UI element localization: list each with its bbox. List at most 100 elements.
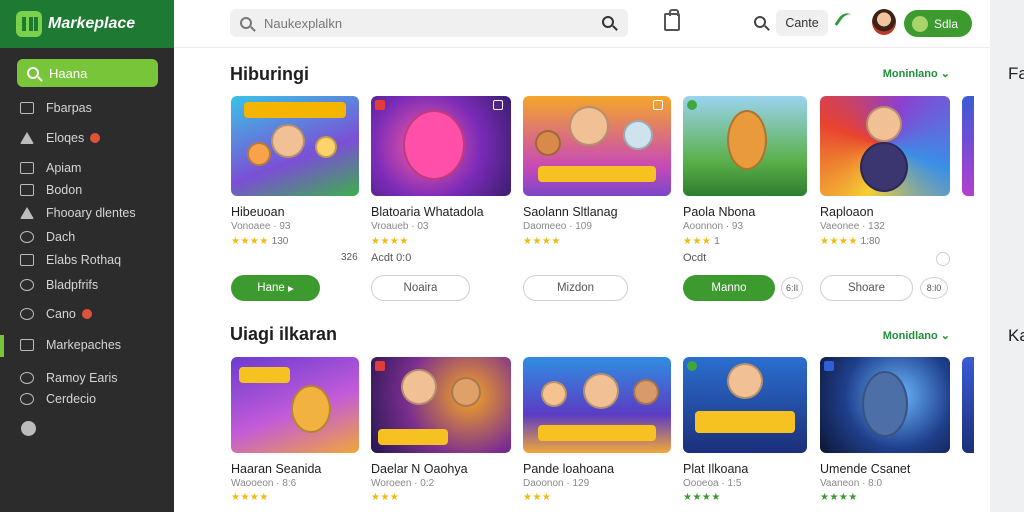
badge-icon xyxy=(824,361,834,371)
brand-header[interactable]: Markeplace xyxy=(0,0,174,48)
app-card[interactable]: Haaran Seanida Waooeon · 8:6 ★★★★ xyxy=(231,357,359,512)
install-button[interactable]: Hane ▸ xyxy=(231,275,320,301)
info-icon[interactable] xyxy=(21,421,36,436)
app-thumbnail[interactable] xyxy=(820,357,950,453)
search-icon[interactable] xyxy=(754,16,766,28)
app-card[interactable]: Hibeuoan Vonoaee · 93 ★★★★ 130 Hane ▸ xyxy=(231,96,359,306)
sidebar-item-5[interactable]: Dach xyxy=(0,225,174,249)
view-button[interactable]: Noaira xyxy=(371,275,470,301)
right-panel-bottom-text: Ka xyxy=(1008,326,1024,345)
info-icon[interactable] xyxy=(936,252,950,266)
user-avatar-icon xyxy=(912,15,928,32)
sidebar-item-2[interactable]: Apiam xyxy=(0,156,174,180)
app-subtitle: Woroeen · 0:2 xyxy=(371,478,435,489)
app-title[interactable]: Umende Csanet xyxy=(820,462,910,476)
app-thumbnail[interactable] xyxy=(523,357,671,453)
marketplace-logo-icon xyxy=(16,11,42,37)
app-card[interactable]: Plat Ilkoana Oooeoa · 1:5 ★★★★ xyxy=(683,357,807,512)
app-extra: Acdt 0:0 xyxy=(371,252,412,264)
sidebar-item-3[interactable]: Bodon xyxy=(0,178,174,202)
badge-icon xyxy=(493,100,503,110)
app-thumbnail[interactable] xyxy=(523,96,671,196)
partial-app-thumbnail[interactable] xyxy=(962,96,974,196)
search-submit-icon[interactable] xyxy=(602,16,614,28)
badge-icon xyxy=(687,361,697,371)
app-title[interactable]: Hibeuoan xyxy=(231,205,285,219)
app-subtitle: Oooeoa · 1:5 xyxy=(683,478,742,489)
bookmark-icon xyxy=(20,393,34,405)
view-button[interactable]: Shoare xyxy=(820,275,913,301)
star-rating: ★★★★ xyxy=(683,492,721,503)
app-thumbnail[interactable] xyxy=(231,96,359,196)
app-title[interactable]: Paola Nbona xyxy=(683,205,755,219)
more-options-button[interactable]: 6:Il xyxy=(781,277,803,299)
app-thumbnail[interactable] xyxy=(371,96,511,196)
sidebar: Markeplace Haana Fbarpas Eloqes Apiam Bo… xyxy=(0,0,174,512)
app-card[interactable]: Daelar N Oaohya Woroeen · 0:2 ★★★ xyxy=(371,357,511,512)
topbar: Naukexplalkn Cante Sdla xyxy=(174,0,990,48)
feather-icon[interactable] xyxy=(834,9,860,35)
app-thumbnail[interactable] xyxy=(683,357,807,453)
user-button[interactable]: Sdla xyxy=(904,10,972,37)
app-card[interactable]: Paola Nbona Aoonnon · 93 ★★★ 1 Ocdt Mann… xyxy=(683,96,807,306)
game-logo-banner xyxy=(238,367,290,383)
app-thumbnail[interactable] xyxy=(683,96,807,196)
sidebar-search-button[interactable]: Haana xyxy=(17,59,158,87)
sidebar-item-marketplace[interactable]: Markepaches xyxy=(0,333,174,357)
more-options-button[interactable]: 8:l0 xyxy=(920,277,948,299)
app-thumbnail[interactable] xyxy=(820,96,950,196)
app-title[interactable]: Raploaon xyxy=(820,205,874,219)
character-figure xyxy=(403,110,465,180)
sidebar-item-4[interactable]: Fhooary dlentes xyxy=(0,201,174,225)
app-subtitle: Vonoaee · 93 xyxy=(231,221,291,232)
game-logo-banner xyxy=(378,429,448,445)
sidebar-item-7[interactable]: Bladpfrifs xyxy=(0,273,174,297)
avatar[interactable] xyxy=(872,9,896,35)
see-all-label: Moninlano xyxy=(882,68,938,80)
sidebar-item-label: Markepaches xyxy=(46,338,122,352)
install-button[interactable]: Manno xyxy=(683,275,775,301)
section-title: Uiagi ilkaran xyxy=(230,324,338,344)
right-panel-top-text: Fa xyxy=(1008,64,1024,83)
app-thumbnail[interactable] xyxy=(231,357,359,453)
list-icon xyxy=(20,254,34,266)
sidebar-item-11[interactable]: Cerdecio xyxy=(0,387,174,411)
see-all-link[interactable]: Moninlano ⌄ xyxy=(883,67,950,80)
app-title[interactable]: Saolann Sltlanag xyxy=(523,205,618,219)
app-title[interactable]: Haaran Seanida xyxy=(231,462,321,476)
badge-icon xyxy=(687,100,697,110)
cart-button[interactable]: Cante xyxy=(776,10,828,36)
character-figure xyxy=(860,142,908,192)
character-figure xyxy=(451,377,481,407)
app-title[interactable]: Daelar N Oaohya xyxy=(371,462,468,476)
sidebar-item-6[interactable]: Elabs Rothaq xyxy=(0,248,174,272)
app-card[interactable]: Umende Csanet Vaaneon · 8:0 ★★★★ xyxy=(820,357,950,512)
shopping-bag-icon[interactable] xyxy=(664,9,680,31)
sidebar-item-label: Elabs Rothaq xyxy=(46,253,122,267)
sidebar-item-8[interactable]: Cano xyxy=(0,302,174,326)
app-card[interactable]: Pande loahoana Daoonon · 129 ★★★ xyxy=(523,357,671,512)
app-card[interactable]: Saolann Sltlanag Daomeeo · 109 ★★★★ Mizd… xyxy=(523,96,671,306)
app-title[interactable]: Blatoaria Whatadola xyxy=(371,205,484,219)
app-subtitle: Daomeeo · 109 xyxy=(523,221,592,232)
character-figure xyxy=(633,379,659,405)
app-subtitle: Waooeon · 8:6 xyxy=(231,478,297,489)
sidebar-search-label: Haana xyxy=(49,65,88,81)
app-title[interactable]: Plat Ilkoana xyxy=(683,462,748,476)
app-subtitle: Aoonnon · 93 xyxy=(683,221,744,232)
star-rating: ★★★★ xyxy=(820,236,858,247)
see-all-link[interactable]: Monidlano ⌄ xyxy=(883,329,950,342)
app-card[interactable]: Blatoaria Whatadola Vroaueb · 03 ★★★★ Ac… xyxy=(371,96,511,306)
sidebar-item-1[interactable]: Eloqes xyxy=(0,126,174,150)
view-button[interactable]: Mizdon xyxy=(523,275,628,301)
sidebar-item-0[interactable]: Fbarpas xyxy=(0,96,174,120)
app-extra: Ocdt xyxy=(683,252,707,264)
notification-badge xyxy=(90,133,101,143)
search-input-text[interactable]: Naukexplalkn xyxy=(264,16,342,31)
search-field[interactable]: Naukexplalkn xyxy=(230,9,628,37)
app-title[interactable]: Pande loahoana xyxy=(523,462,614,476)
app-card[interactable]: Raploaon Vaeonee · 132 ★★★★ 1:80 Shoare xyxy=(820,96,950,306)
app-thumbnail[interactable] xyxy=(371,357,511,453)
partial-app-thumbnail[interactable] xyxy=(962,357,974,453)
sidebar-item-label: Ramoy Earis xyxy=(46,371,118,385)
